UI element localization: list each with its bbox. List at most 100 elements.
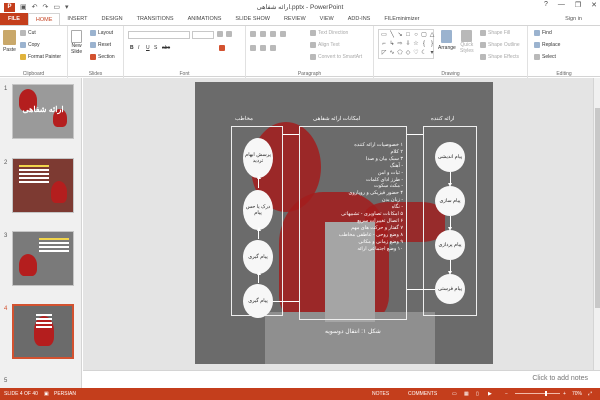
restore-button[interactable]: ❐ (575, 1, 581, 9)
font-size-combo[interactable] (192, 31, 214, 39)
callout-shape-icon[interactable]: ◸ (380, 49, 388, 58)
increase-indent-button[interactable] (280, 31, 286, 37)
tab-home[interactable]: HOME (27, 13, 61, 25)
new-slide-button[interactable]: New Slide (71, 30, 82, 55)
zoom-slider[interactable] (515, 391, 560, 396)
pentagon-shape-icon[interactable]: ⬠ (396, 49, 404, 58)
strikethrough-button[interactable]: abc (162, 45, 170, 51)
heart-shape-icon[interactable]: ♡ (412, 49, 420, 58)
brace-shape-icon[interactable]: { (420, 40, 428, 49)
quick-styles-button[interactable]: Quick Styles (460, 30, 474, 54)
bracket-shape-icon[interactable]: } (428, 40, 436, 49)
slide-editing-area[interactable]: مخاطب پرسش ابهام تردید درک یا حس پیام پی… (83, 78, 600, 370)
slide-thumbnail-panel[interactable]: 1 ارائه شفاهی 2 3 4 5 (0, 78, 82, 390)
bent-arrow-shape-icon[interactable]: ↳ (388, 40, 396, 49)
select-button[interactable]: Select (534, 54, 556, 60)
find-button[interactable]: Find (534, 30, 552, 36)
down-arrow-shape-icon[interactable]: ⇩ (404, 40, 412, 49)
decrease-indent-button[interactable] (270, 31, 276, 37)
bullets-button[interactable] (250, 31, 256, 37)
moon-shape-icon[interactable]: ☾ (420, 49, 428, 58)
tab-review[interactable]: REVIEW (277, 13, 313, 25)
shadow-button[interactable]: S (154, 45, 157, 51)
tab-view[interactable]: VIEW (313, 13, 341, 25)
section-button[interactable]: Section (90, 54, 115, 60)
slide-thumbnail-3[interactable] (12, 231, 74, 286)
tab-transitions[interactable]: TRANSITIONS (130, 13, 181, 25)
comments-toggle-button[interactable]: COMMENTS (408, 391, 437, 397)
text-direction-button[interactable]: Text Direction (310, 30, 348, 36)
copy-button[interactable]: Copy (20, 42, 40, 48)
reading-view-icon[interactable]: ▯ (476, 391, 479, 397)
fit-slide-icon[interactable]: ⤢ (588, 391, 592, 397)
zoom-out-button[interactable]: − (505, 391, 508, 397)
slide-sorter-icon[interactable]: ▦ (464, 391, 469, 397)
slideshow-view-icon[interactable]: ▶ (488, 391, 492, 397)
right-arrow-shape-icon[interactable]: ⇨ (396, 40, 404, 49)
arrow-shape-icon[interactable]: ↘ (396, 31, 404, 40)
reset-button[interactable]: Reset (90, 42, 111, 48)
italic-button[interactable]: I (138, 45, 139, 51)
vertical-scrollbar[interactable] (593, 78, 600, 370)
scrollbar-thumb[interactable] (595, 108, 600, 308)
tab-insert[interactable]: INSERT (60, 13, 94, 25)
notes-toggle-button[interactable]: NOTES (372, 391, 389, 397)
align-center-button[interactable] (260, 45, 266, 51)
notes-placeholder[interactable]: Click to add notes (532, 375, 588, 382)
shape-effects-button[interactable]: Shape Effects (480, 54, 519, 60)
more-shapes-icon[interactable]: ▾ (428, 49, 436, 58)
tab-design[interactable]: DESIGN (95, 13, 130, 25)
cut-button[interactable]: Cut (20, 30, 36, 36)
diamond-shape-icon[interactable]: ◇ (404, 49, 412, 58)
star-shape-icon[interactable]: ☆ (412, 40, 420, 49)
align-text-button[interactable]: Align Text (310, 42, 340, 48)
line-shape-icon[interactable]: ╲ (388, 31, 396, 40)
notes-pane[interactable]: Click to add notes (83, 370, 600, 388)
zoom-slider-handle[interactable] (545, 391, 547, 396)
arrange-button[interactable]: Arrange (438, 30, 456, 51)
slide-thumbnail-2[interactable] (12, 158, 74, 213)
zoom-level[interactable]: 70% (572, 391, 582, 397)
slide-thumbnail-4-selected[interactable] (12, 304, 74, 359)
paste-button[interactable]: Paste (3, 30, 16, 53)
rectangle-shape-icon[interactable]: □ (404, 31, 412, 40)
close-button[interactable]: ✕ (591, 1, 597, 9)
current-slide[interactable]: مخاطب پرسش ابهام تردید درک یا حس پیام پی… (195, 82, 493, 364)
oval-shape-icon[interactable]: ○ (412, 31, 420, 40)
help-icon[interactable]: ? (544, 1, 548, 9)
align-right-button[interactable] (270, 45, 276, 51)
convert-smartart-button[interactable]: Convert to SmartArt (310, 54, 362, 60)
underline-button[interactable]: U (146, 45, 150, 51)
shape-outline-button[interactable]: Shape Outline (480, 42, 520, 48)
grow-font-button[interactable] (217, 31, 223, 37)
list-item: ۱ خصوصیات ارائه کننده (354, 142, 403, 148)
align-left-button[interactable] (250, 45, 256, 51)
sign-in-link[interactable]: Sign in (565, 16, 582, 22)
tab-fileminimizer[interactable]: FILEminimizer (377, 13, 426, 25)
tab-slide-show[interactable]: SLIDE SHOW (228, 13, 277, 25)
textbox-shape-icon[interactable]: ▭ (380, 31, 388, 40)
tab-file[interactable]: FILE (0, 13, 28, 25)
shrink-font-button[interactable] (226, 31, 232, 37)
rounded-rect-shape-icon[interactable]: ▢ (420, 31, 428, 40)
font-family-combo[interactable] (128, 31, 190, 39)
shape-fill-button[interactable]: Shape Fill (480, 30, 510, 36)
tab-animations[interactable]: ANIMATIONS (181, 13, 229, 25)
replace-button[interactable]: Replace (534, 42, 560, 48)
layout-button[interactable]: Layout (90, 30, 113, 36)
proofing-icon[interactable]: ▣ (44, 391, 49, 397)
font-color-button[interactable] (219, 45, 225, 51)
tab-add-ins[interactable]: ADD-INS (341, 13, 378, 25)
triangle-shape-icon[interactable]: △ (428, 31, 436, 40)
numbering-button[interactable] (260, 31, 266, 37)
zoom-in-button[interactable]: + (563, 391, 566, 397)
normal-view-icon[interactable]: ▭ (452, 391, 457, 397)
elbow-shape-icon[interactable]: ⌐ (380, 40, 388, 49)
bold-button[interactable]: B (130, 45, 134, 51)
curve-shape-icon[interactable]: ∿ (388, 49, 396, 58)
language-indicator[interactable]: PERSIAN (54, 391, 76, 397)
format-painter-button[interactable]: Format Painter (20, 54, 61, 60)
shapes-gallery[interactable]: ▭ ╲ ↘ □ ○ ▢ △ ⌐ ↳ ⇨ ⇩ ☆{} ◸ ∿ ⬠ ◇ ♡ ☾ ▾ (378, 29, 434, 59)
minimize-button[interactable]: — (558, 1, 565, 9)
slide-thumbnail-1[interactable]: ارائه شفاهی (12, 84, 74, 139)
